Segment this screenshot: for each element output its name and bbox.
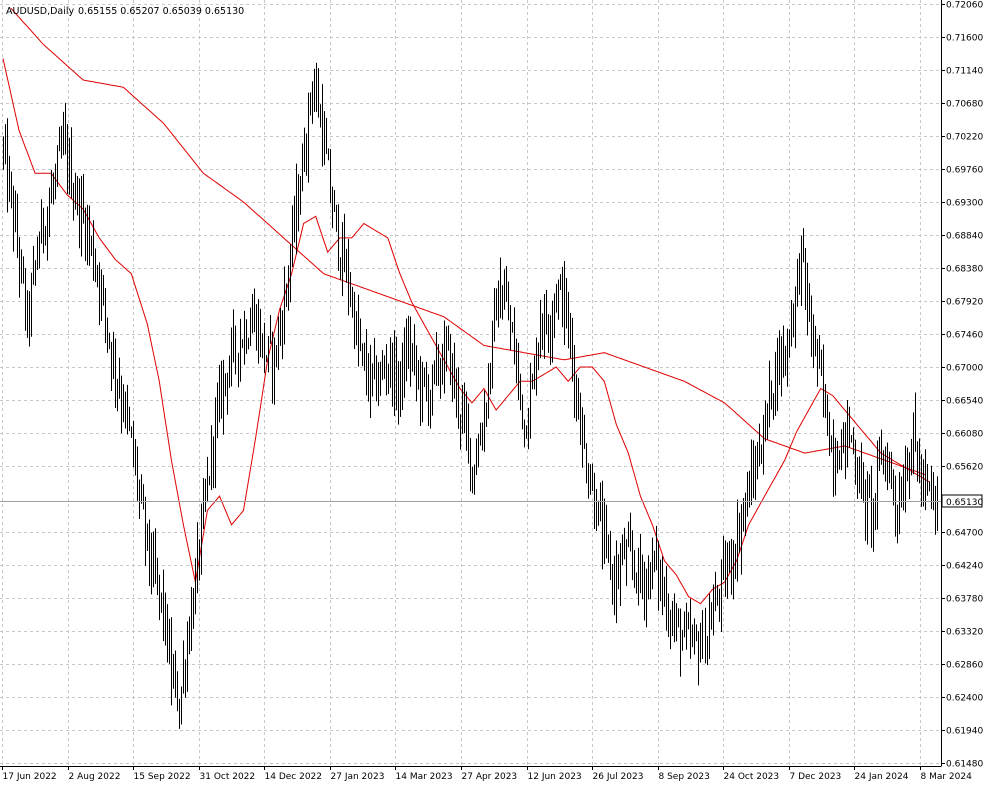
y-tick-label: 0.62400	[946, 694, 983, 704]
x-tick-label: 17 Jun 2022	[3, 772, 57, 782]
y-tick-label: 0.68840	[946, 232, 983, 242]
y-tick-label: 0.63320	[946, 628, 983, 638]
y-tick-label: 0.66540	[946, 397, 983, 407]
x-tick-label: 24 Jan 2024	[855, 772, 909, 782]
y-tick-label: 0.71600	[946, 34, 983, 44]
chart-symbol: AUDUSD,Daily	[6, 6, 75, 17]
y-tick-label: 0.61480	[946, 760, 983, 770]
ma-fast-line	[2, 58, 930, 605]
y-tick-label: 0.68380	[946, 265, 983, 275]
chart-canvas[interactable]: 0.72060 0.71600 0.71140 0.70680 0.70220 0.697…	[0, 0, 985, 787]
y-tick-label: 0.65620	[946, 463, 983, 473]
x-tick-label: 8 Mar 2024	[921, 772, 973, 782]
y-tick-label: 0.71140	[946, 67, 983, 77]
y-tick-label: 0.66080	[946, 430, 983, 440]
y-tick-label: 0.70680	[946, 100, 983, 110]
x-tick-label: 31 Oct 2022	[200, 772, 256, 782]
y-axis-labels: 0.72060 0.71600 0.71140 0.70680 0.70220 0.697…	[941, 1, 983, 770]
x-tick-label: 15 Sep 2022	[134, 772, 191, 782]
y-tick-label: 0.67000	[946, 364, 983, 374]
y-tick-label: 0.63780	[946, 595, 983, 605]
x-tick-label: 26 Jul 2023	[593, 772, 644, 782]
x-tick-label: 14 Dec 2022	[265, 772, 323, 782]
x-tick-label: 24 Oct 2023	[724, 772, 780, 782]
moving-averages	[2, 7, 930, 605]
y-tick-label: 0.64700	[946, 529, 983, 539]
y-tick-label: 0.67460	[946, 331, 983, 341]
x-axis-labels: 17 Jun 2022 2 Aug 2022 15 Sep 2022 31 Oct 2…	[2, 766, 973, 782]
chart-ohlc: 0.65155 0.65207 0.65039 0.65130	[78, 6, 244, 17]
price-tag-text: 0.65130	[946, 498, 983, 508]
y-tick-label: 0.61940	[946, 727, 983, 737]
y-tick-label: 0.62860	[946, 661, 983, 671]
y-tick-label: 0.69300	[946, 199, 983, 209]
y-tick-label: 0.70220	[946, 133, 983, 143]
y-tick-label: 0.72060	[946, 1, 983, 11]
x-tick-label: 8 Sep 2023	[659, 772, 710, 782]
x-tick-label: 27 Jan 2023	[331, 772, 385, 782]
ohlc-bars	[3, 62, 938, 729]
x-tick-label: 27 Apr 2023	[462, 772, 518, 782]
y-tick-label: 0.69760	[946, 166, 983, 176]
price-chart[interactable]: 0.72060 0.71600 0.71140 0.70680 0.70220 0.697…	[0, 0, 985, 787]
grid	[0, 0, 941, 766]
y-tick-label: 0.67920	[946, 298, 983, 308]
y-tick-label: 0.64240	[946, 562, 983, 572]
x-tick-label: 14 Mar 2023	[396, 772, 453, 782]
x-tick-label: 7 Dec 2023	[790, 772, 842, 782]
x-tick-label: 12 Jun 2023	[528, 772, 582, 782]
current-price-tag: 0.65130	[941, 494, 983, 508]
x-tick-label: 2 Aug 2022	[69, 772, 121, 782]
axes	[0, 0, 942, 767]
